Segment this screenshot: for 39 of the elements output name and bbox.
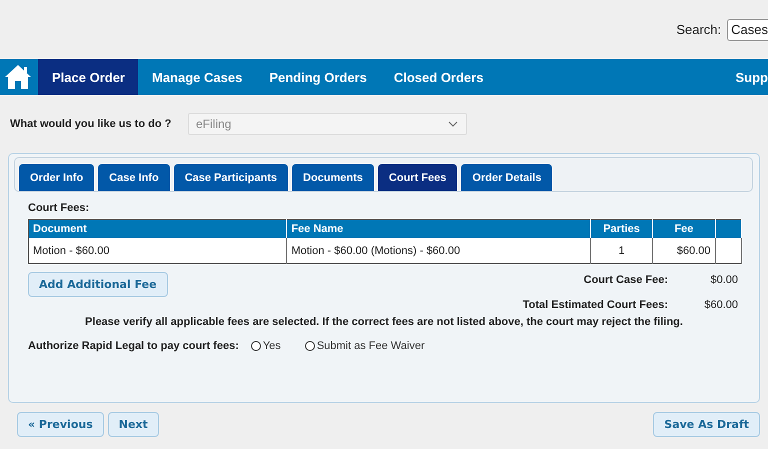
- search-field[interactable]: Cases: [727, 18, 768, 40]
- tab[interactable]: Order Info: [19, 164, 94, 191]
- fee-label: Court Case Fee:: [582, 274, 668, 286]
- tab[interactable]: Court Fees: [378, 164, 458, 191]
- question-label: What would you like us to do ?: [10, 118, 172, 130]
- tab[interactable]: Order Details: [461, 164, 552, 191]
- add-fee-button[interactable]: Add Additional Fee: [28, 272, 168, 297]
- nav-item[interactable]: Pending Orders: [255, 59, 380, 95]
- notice-text: Please verify all applicable fees are selected. If the correct fees are not listed above, the court may reject the filing.: [84, 316, 684, 328]
- fee-value: $60.00: [703, 299, 738, 311]
- tab[interactable]: Case Info: [98, 164, 170, 191]
- save-draft-button[interactable]: Save As Draft: [653, 412, 760, 437]
- fee-value: $0.00: [709, 274, 738, 286]
- radio-button[interactable]: [250, 341, 261, 351]
- home-icon[interactable]: [4, 63, 32, 91]
- next-button[interactable]: Next: [108, 412, 159, 437]
- chevron-down-icon: [448, 121, 458, 127]
- section-title: Court Fees:: [28, 202, 90, 214]
- nav-item[interactable]: Place Order: [38, 59, 138, 95]
- search-label: Search:: [676, 22, 722, 37]
- previous-button[interactable]: « Previous: [17, 412, 104, 437]
- radio-label[interactable]: Yes: [262, 340, 281, 352]
- nav-item[interactable]: Closed Orders: [380, 59, 496, 95]
- table-cell: $60.00: [652, 238, 716, 264]
- tab[interactable]: Case Participants: [174, 164, 288, 191]
- table-cell: 1: [590, 238, 653, 264]
- fee-label: Total Estimated Court Fees:: [522, 299, 668, 311]
- column-header: Parties: [590, 220, 653, 238]
- authorize-label: Authorize Rapid Legal to pay court fees:: [28, 340, 239, 352]
- column-header: Document: [28, 220, 287, 238]
- nav-item[interactable]: Manage Cases: [138, 59, 256, 95]
- column-header: Fee: [652, 220, 716, 238]
- column-header: Fee Name: [286, 220, 590, 238]
- radio-label[interactable]: Submit as Fee Waiver: [316, 340, 425, 352]
- nav-item[interactable]: Supp: [722, 59, 768, 95]
- table-cell: Motion - $60.00: [28, 238, 287, 264]
- tab[interactable]: Documents: [292, 164, 374, 191]
- radio-button[interactable]: [304, 341, 315, 351]
- table-cell: Motion - $60.00 (Motions) - $60.00: [286, 238, 590, 264]
